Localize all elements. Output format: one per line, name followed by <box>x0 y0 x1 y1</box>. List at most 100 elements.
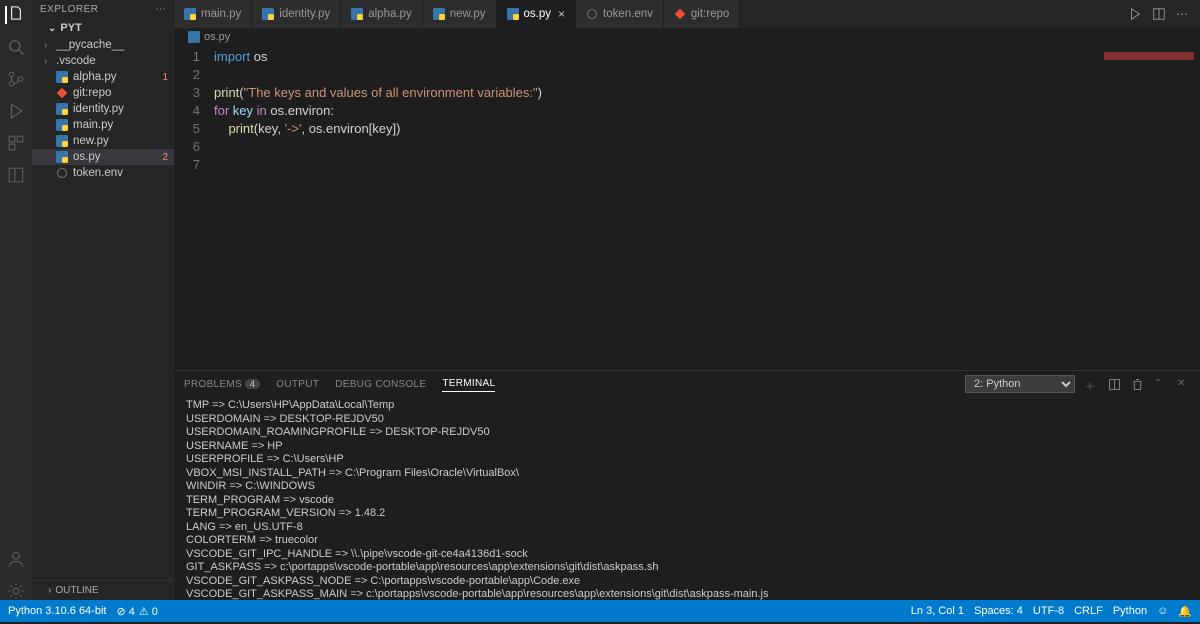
tab-file-icon <box>184 8 196 20</box>
kill-terminal-icon[interactable] <box>1131 378 1144 391</box>
tab-label: main.py <box>201 8 241 20</box>
file-item[interactable]: alpha.py 1 <box>32 69 174 85</box>
editor-tab[interactable]: token.env <box>576 0 664 28</box>
python-icon <box>188 31 200 43</box>
code-editor[interactable]: 1234567 import os print("The keys and va… <box>174 46 1200 370</box>
editor-tab[interactable]: new.py <box>423 0 497 28</box>
status-python[interactable]: Python 3.10.6 64-bit <box>8 605 106 617</box>
file-item[interactable]: os.py 2 <box>32 149 174 165</box>
file-item[interactable]: __pycache__ <box>32 37 174 53</box>
gear-icon[interactable] <box>7 582 25 600</box>
tab-terminal[interactable]: TERMINAL <box>442 376 495 392</box>
file-name: os.py <box>73 151 158 163</box>
tab-file-icon <box>433 8 445 20</box>
feedback-icon[interactable]: ☺ <box>1157 605 1168 617</box>
terminal-line: TMP => C:\Users\HP\AppData\Local\Temp <box>186 399 1188 413</box>
error-badge: 2 <box>162 152 168 163</box>
files-icon[interactable] <box>5 6 23 24</box>
explorer-label: EXPLORER <box>40 4 98 15</box>
tab-file-icon <box>262 8 274 20</box>
editor-tab[interactable]: identity.py <box>252 0 341 28</box>
file-icon <box>56 87 68 99</box>
editor-tab[interactable]: main.py <box>174 0 252 28</box>
more-icon[interactable]: ⋯ <box>156 4 167 15</box>
terminal-line: WINDIR => C:\WINDOWS <box>186 480 1188 494</box>
editor-tab[interactable]: git:repo <box>664 0 740 28</box>
file-icon <box>56 167 68 179</box>
maximize-icon[interactable]: ⌃ <box>1154 378 1167 391</box>
terminal-line: USERNAME => HP <box>186 440 1188 454</box>
new-terminal-icon[interactable]: ＋ <box>1085 378 1098 391</box>
terminal-line: COLORTERM => truecolor <box>186 534 1188 548</box>
extensions-icon[interactable] <box>7 134 25 152</box>
tab-bar: main.py identity.py alpha.py new.py os.py × to… <box>174 0 1200 28</box>
file-item[interactable]: new.py <box>32 133 174 149</box>
account-icon[interactable] <box>7 550 25 568</box>
tab-label: new.py <box>450 8 486 20</box>
source-control-icon[interactable] <box>7 70 25 88</box>
tab-debug-console[interactable]: DEBUG CONSOLE <box>335 377 426 392</box>
file-item[interactable]: token.env <box>32 165 174 181</box>
terminal-line: TERM_PROGRAM_VERSION => 1.48.2 <box>186 507 1188 521</box>
status-bar: Python 3.10.6 64-bit ⊘ 4 ⚠ 0 Ln 3, Col 1… <box>0 600 1200 622</box>
code-content[interactable]: import os print("The keys and values of … <box>214 48 1200 370</box>
close-panel-icon[interactable]: ✕ <box>1177 378 1190 391</box>
file-name: .vscode <box>56 55 168 67</box>
file-icon <box>56 71 68 83</box>
file-name: identity.py <box>73 103 168 115</box>
file-item[interactable]: git:repo <box>32 85 174 101</box>
status-errors[interactable]: ⊘ 4 ⚠ 0 <box>116 605 157 618</box>
breadcrumb[interactable]: os.py <box>174 28 1200 46</box>
tab-problems[interactable]: PROBLEMS4 <box>184 377 260 392</box>
tab-file-icon <box>586 8 598 20</box>
file-item[interactable]: identity.py <box>32 101 174 117</box>
terminal-line: TERM_PROGRAM => vscode <box>186 494 1188 508</box>
breadcrumb-file: os.py <box>204 31 230 43</box>
status-eol[interactable]: CRLF <box>1074 605 1103 617</box>
file-icon <box>56 103 68 115</box>
tab-label: identity.py <box>279 8 330 20</box>
bottom-panel: PROBLEMS4 OUTPUT DEBUG CONSOLE TERMINAL … <box>174 370 1200 600</box>
split-terminal-icon[interactable] <box>1108 378 1121 391</box>
tab-file-icon <box>674 8 686 20</box>
status-spaces[interactable]: Spaces: 4 <box>974 605 1023 617</box>
tab-output[interactable]: OUTPUT <box>276 377 319 392</box>
file-name: new.py <box>73 135 168 147</box>
layout-icon[interactable] <box>7 166 25 184</box>
terminal-line: USERDOMAIN_ROAMINGPROFILE => DESKTOP-REJ… <box>186 426 1188 440</box>
file-name: git:repo <box>73 87 168 99</box>
run-icon[interactable] <box>1128 7 1142 21</box>
terminal-selector[interactable]: 2: Python <box>965 375 1075 393</box>
file-name: main.py <box>73 119 168 131</box>
file-icon <box>56 119 68 131</box>
tab-label: os.py <box>524 8 552 20</box>
outline-section[interactable]: OUTLINE <box>32 580 174 600</box>
line-gutter: 1234567 <box>174 48 214 370</box>
status-lang[interactable]: Python <box>1113 605 1147 617</box>
editor-tab[interactable]: os.py × <box>497 0 577 28</box>
tab-file-icon <box>351 8 363 20</box>
file-item[interactable]: .vscode <box>32 53 174 69</box>
file-icon <box>56 151 68 163</box>
close-icon[interactable]: × <box>558 7 565 21</box>
tab-label: git:repo <box>691 8 729 20</box>
status-encoding[interactable]: UTF-8 <box>1033 605 1064 617</box>
file-name: token.env <box>73 167 168 179</box>
bell-icon[interactable]: 🔔 <box>1178 605 1192 618</box>
file-item[interactable]: main.py <box>32 117 174 133</box>
minimap-error[interactable] <box>1104 52 1194 60</box>
terminal-line: VSCODE_GIT_ASKPASS_NODE => C:\portapps\v… <box>186 575 1188 589</box>
search-icon[interactable] <box>7 38 25 56</box>
terminal-line: USERPROFILE => C:\Users\HP <box>186 453 1188 467</box>
terminal-line: VBOX_MSI_INSTALL_PATH => C:\Program File… <box>186 467 1188 481</box>
status-position[interactable]: Ln 3, Col 1 <box>911 605 964 617</box>
terminal-line: VSCODE_GIT_ASKPASS_MAIN => c:\portapps\v… <box>186 588 1188 600</box>
debug-icon[interactable] <box>7 102 25 120</box>
terminal-content[interactable]: TMP => C:\Users\HP\AppData\Local\Temp USE… <box>174 397 1200 600</box>
file-name: alpha.py <box>73 71 158 83</box>
editor-tab[interactable]: alpha.py <box>341 0 422 28</box>
error-badge: 1 <box>162 72 168 83</box>
folder-root[interactable]: PYT <box>32 19 174 37</box>
tab-more-icon[interactable]: ⋯ <box>1176 7 1190 21</box>
split-icon[interactable] <box>1152 7 1166 21</box>
